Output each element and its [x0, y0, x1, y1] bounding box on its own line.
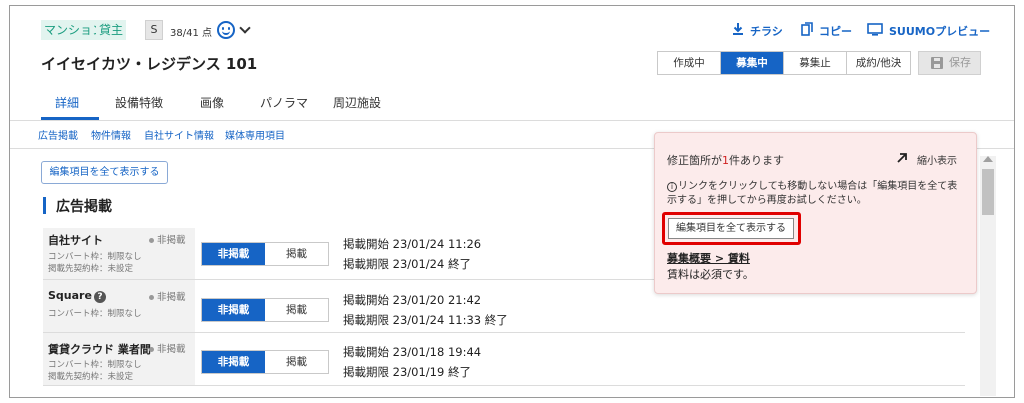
- status-drafting-button[interactable]: 作成中: [658, 52, 721, 74]
- rank-badge: S: [145, 20, 163, 40]
- row-status-label: 非掲載: [157, 292, 186, 303]
- save-icon: [931, 57, 943, 69]
- table-row: 賃貸クラウド 業者間 非掲載 コンバート枠：制限なし 掲載先契約枠：未設定 非掲…: [43, 333, 965, 386]
- status-contracted-button[interactable]: 成約/他決: [847, 52, 910, 74]
- flyer-link[interactable]: チラシ: [750, 23, 783, 39]
- panel-note: i リンクをクリックしても移動しない場合は「編集項目を全て表示する」を押してから再…: [667, 180, 963, 208]
- row-sub-limit: コンバート枠：制限なし: [48, 309, 142, 319]
- sublink-ad-listing[interactable]: 広告掲載: [38, 127, 78, 142]
- tab-equipment[interactable]: 設備特徴: [115, 94, 163, 111]
- correction-link[interactable]: 募集概要 > 賃料: [667, 250, 750, 266]
- listing-toggle: 非掲載 掲載: [201, 298, 329, 322]
- highlight-outline: [662, 212, 801, 245]
- listing-end: 掲載期限 23/01/24 11:33 終了: [343, 313, 508, 327]
- row-status: 非掲載: [149, 289, 186, 303]
- help-icon[interactable]: ?: [93, 291, 106, 303]
- listing-start: 掲載開始 23/01/24 11:26: [343, 237, 482, 251]
- sublink-own-site-info[interactable]: 自社サイト情報: [144, 127, 214, 142]
- panel-title-post: 件あります: [729, 154, 784, 167]
- row-status-label: 非掲載: [157, 235, 186, 246]
- show-all-fields-button[interactable]: 編集項目を全て表示する: [41, 161, 168, 184]
- save-button[interactable]: 保存: [918, 51, 981, 75]
- status-dot-icon: [149, 347, 154, 352]
- property-title: イイセイカツ・レジデンス 101: [41, 55, 258, 73]
- row-status-label: 非掲載: [157, 344, 186, 355]
- panel-title-pre: 修正箇所が: [667, 154, 722, 167]
- row-divider: [43, 385, 965, 386]
- panel-title: 修正箇所が1件あります: [667, 152, 784, 168]
- tab-divider: [10, 120, 1014, 121]
- correction-panel: 修正箇所が1件あります 縮小表示 i リンクをクリックしても移動しない場合は「編集…: [654, 132, 977, 294]
- listing-end: 掲載期限 23/01/24 終了: [343, 257, 471, 271]
- row-name: Square?: [48, 289, 106, 303]
- row-sub-limit: コンバート枠：制限なし: [48, 252, 142, 262]
- listing-toggle: 非掲載 掲載: [201, 242, 329, 266]
- smiley-icon: [217, 21, 235, 39]
- scrollbar-thumb[interactable]: [982, 169, 994, 215]
- listing-start: 掲載開始 23/01/18 19:44: [343, 345, 482, 359]
- row-name: 賃貸クラウド 業者間: [48, 343, 151, 356]
- role-tag: 貸主: [96, 20, 127, 40]
- listing-toggle: 非掲載 掲載: [201, 350, 329, 374]
- status-toggle-group: 作成中 募集中 募集止 成約/他決: [657, 51, 911, 75]
- listed-option[interactable]: 掲載: [265, 351, 328, 373]
- correction-count: 1: [722, 154, 729, 167]
- info-icon: i: [667, 182, 677, 192]
- panel-note-text: リンクをクリックしても移動しない場合は「編集項目を全て表示する」を押してから再度…: [667, 181, 958, 206]
- status-recruiting-button[interactable]: 募集中: [721, 52, 784, 74]
- chevron-down-icon[interactable]: [239, 22, 251, 34]
- unlisted-option[interactable]: 非掲載: [202, 351, 265, 373]
- download-icon[interactable]: [732, 22, 744, 36]
- row-sub-contract: 掲載先契約枠：未設定: [48, 264, 134, 274]
- shrink-view-link[interactable]: 縮小表示: [917, 152, 957, 167]
- app-frame: マンション 貸主 S 38/41 点 チラシ コピー SUUMOプレビュー イイ…: [9, 5, 1015, 398]
- correction-message: 賃料は必須です。: [667, 268, 754, 281]
- sublink-property-info[interactable]: 物件情報: [91, 127, 131, 142]
- status-stopped-button[interactable]: 募集止: [784, 52, 847, 74]
- status-dot-icon: [149, 238, 154, 243]
- row-status: 非掲載: [149, 232, 186, 246]
- sublink-media-items[interactable]: 媒体専用項目: [225, 127, 285, 142]
- listing-end: 掲載期限 23/01/19 終了: [343, 365, 471, 379]
- score-text: 38/41 点: [170, 28, 212, 39]
- tab-panorama[interactable]: パノラマ: [260, 94, 308, 111]
- status-dot-icon: [149, 295, 154, 300]
- row-sub-contract: 掲載先契約枠：未設定: [48, 372, 134, 382]
- tab-nearby[interactable]: 周辺施設: [333, 94, 381, 111]
- tab-details[interactable]: 詳細: [55, 94, 79, 111]
- tab-images[interactable]: 画像: [200, 94, 224, 111]
- shrink-arrow-icon[interactable]: [896, 152, 908, 164]
- row-name: 自社サイト: [48, 234, 103, 247]
- scroll-up-arrow-icon[interactable]: [983, 156, 993, 162]
- save-label: 保存: [949, 56, 971, 69]
- section-title: 広告掲載: [56, 199, 112, 215]
- listed-option[interactable]: 掲載: [265, 243, 328, 265]
- unlisted-option[interactable]: 非掲載: [202, 299, 265, 321]
- preview-link[interactable]: SUUMOプレビュー: [889, 23, 990, 39]
- copy-icon[interactable]: [801, 22, 813, 36]
- listed-option[interactable]: 掲載: [265, 299, 328, 321]
- monitor-icon[interactable]: [867, 23, 883, 36]
- unlisted-option[interactable]: 非掲載: [202, 243, 265, 265]
- listing-start: 掲載開始 23/01/20 21:42: [343, 293, 482, 307]
- section-marker: [43, 197, 46, 214]
- copy-link[interactable]: コピー: [819, 23, 852, 39]
- row-status: 非掲載: [149, 341, 186, 355]
- row-sub-limit: コンバート枠：制限なし: [48, 360, 142, 370]
- row-name-text: Square: [48, 289, 92, 302]
